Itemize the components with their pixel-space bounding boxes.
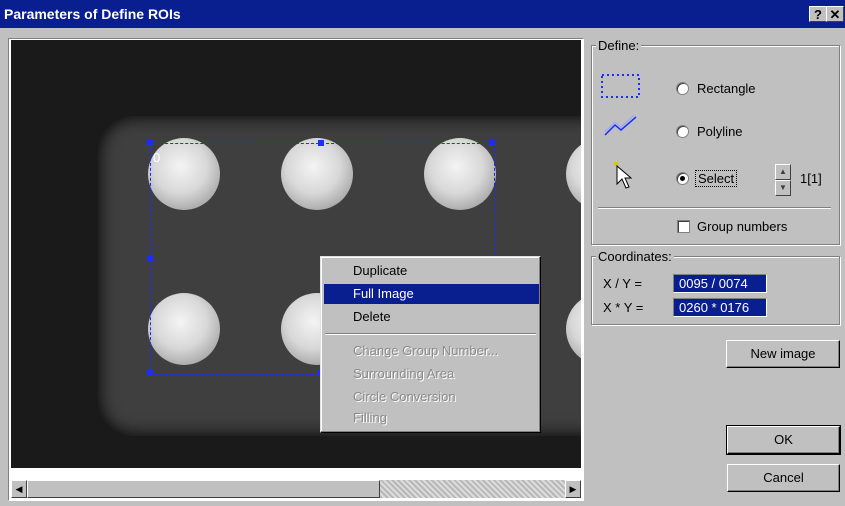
menu-item-duplicate[interactable]: Duplicate bbox=[324, 261, 539, 281]
define-group-label: Define: bbox=[596, 38, 642, 53]
xy-label: X / Y = bbox=[603, 276, 642, 291]
select-spinner[interactable]: ▲ ▼ bbox=[775, 164, 791, 196]
select-count-value: 1[1] bbox=[800, 171, 822, 186]
rectangle-tool-icon bbox=[601, 74, 640, 98]
scroll-thumb[interactable] bbox=[27, 480, 380, 498]
new-image-button[interactable]: New image bbox=[726, 340, 840, 368]
select-radio[interactable] bbox=[676, 172, 689, 185]
menu-item-label: Duplicate bbox=[353, 263, 408, 278]
menu-item-label: Delete bbox=[353, 309, 391, 324]
select-cursor-icon bbox=[614, 162, 633, 189]
menu-item-label: Circle Conversion bbox=[353, 389, 456, 404]
close-button[interactable]: ✕ bbox=[826, 6, 844, 22]
menu-item-surrounding-area: Surrounding Area bbox=[324, 364, 539, 384]
wh-value-field: 0260 * 0176 bbox=[673, 298, 767, 317]
roi-handle[interactable] bbox=[318, 140, 324, 146]
roi-number-label: 0 bbox=[153, 150, 161, 165]
xy-value-field: 0095 / 0074 bbox=[673, 274, 767, 293]
window-title: Parameters of Define ROIs bbox=[4, 6, 181, 22]
coordinates-group-label: Coordinates: bbox=[596, 249, 674, 264]
spinner-down-button[interactable]: ▼ bbox=[775, 180, 791, 196]
cancel-button[interactable]: Cancel bbox=[727, 464, 840, 492]
help-button[interactable]: ? bbox=[809, 6, 827, 22]
menu-item-delete[interactable]: Delete bbox=[324, 307, 539, 327]
horizontal-scrollbar[interactable]: ◀ ▶ bbox=[11, 480, 581, 498]
menu-item-change-group-number: Change Group Number... bbox=[324, 341, 539, 361]
menu-item-full-image[interactable]: Full Image bbox=[324, 284, 539, 304]
menu-item-label: Filling bbox=[353, 410, 387, 425]
polyline-radio-label[interactable]: Polyline bbox=[697, 124, 743, 139]
menu-item-label: Full Image bbox=[353, 286, 414, 301]
menu-item-circle-conversion: Circle Conversion bbox=[324, 387, 539, 407]
polyline-radio[interactable] bbox=[676, 125, 689, 138]
menu-separator bbox=[325, 333, 536, 335]
spinner-up-button[interactable]: ▲ bbox=[775, 164, 791, 180]
scroll-left-button[interactable]: ◀ bbox=[11, 480, 27, 498]
radio-dot bbox=[680, 176, 685, 181]
rectangle-radio-label[interactable]: Rectangle bbox=[697, 81, 756, 96]
define-divider bbox=[598, 207, 831, 209]
menu-item-filling: Filling bbox=[324, 408, 539, 428]
menu-item-label: Change Group Number... bbox=[353, 343, 499, 358]
roi-handle[interactable] bbox=[147, 370, 153, 376]
roi-handle[interactable] bbox=[147, 255, 153, 261]
context-menu: Duplicate Full Image Delete Change Group… bbox=[320, 256, 541, 433]
roi-handle[interactable] bbox=[147, 140, 153, 146]
group-numbers-checkbox[interactable] bbox=[677, 220, 690, 233]
rectangle-radio[interactable] bbox=[676, 82, 689, 95]
title-bar: Parameters of Define ROIs ? ✕ bbox=[0, 0, 845, 28]
scroll-right-button[interactable]: ▶ bbox=[565, 480, 581, 498]
wh-label: X * Y = bbox=[603, 300, 644, 315]
ok-button[interactable]: OK bbox=[726, 425, 841, 455]
group-numbers-label[interactable]: Group numbers bbox=[697, 219, 787, 234]
polyline-tool-icon bbox=[604, 114, 637, 136]
select-radio-label[interactable]: Select bbox=[695, 170, 738, 187]
roi-handle[interactable] bbox=[489, 140, 495, 146]
menu-item-label: Surrounding Area bbox=[353, 366, 455, 381]
